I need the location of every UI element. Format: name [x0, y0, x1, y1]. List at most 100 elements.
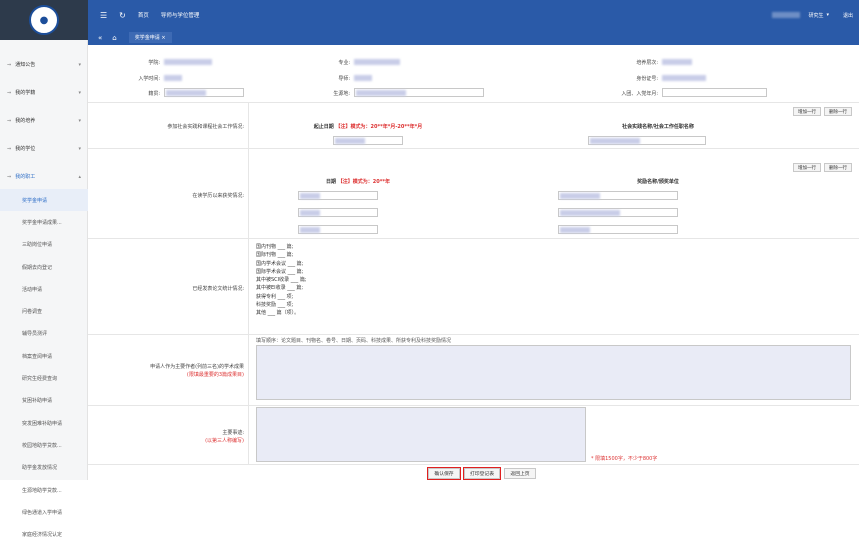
- menu-icon: ⇒: [7, 89, 12, 96]
- award-name-value: [560, 210, 620, 216]
- delete-row-button[interactable]: 删除一行: [824, 107, 852, 116]
- sidebar: ● ⇒ 通知公告 ▾ ⇒ 我的学籍 ▾ ⇒ 我的培养 ▾ ⇒ 我的学位 ▾ ⇒ 我的职工 ▴ 奖学金…: [0, 0, 88, 538]
- sidebar-subitem[interactable]: 辅导员测评: [0, 323, 88, 345]
- college-value: [164, 59, 212, 65]
- divider: [248, 102, 249, 334]
- birth-value: [356, 90, 406, 96]
- enroll-value: [164, 75, 182, 81]
- paper-line: 国际刊物 ___ 篇;: [256, 252, 294, 259]
- sidebar-subitem[interactable]: 家庭经济情况认定: [0, 523, 88, 545]
- sidebar-item-status[interactable]: ⇒ 我的学籍 ▾: [0, 80, 88, 105]
- menu-icon: ⇒: [7, 173, 12, 180]
- paper-line: 国内刊物 ___ 篇;: [256, 244, 294, 250]
- social-col-date-note: 【注】模式为：20**年*月-20**年*月: [335, 124, 423, 130]
- sidebar-item-staff[interactable]: ⇒ 我的职工 ▴: [0, 164, 88, 189]
- paper-line: 其他 ___ 篇（项）。: [256, 310, 300, 317]
- award-col-date-label: 日期: [326, 179, 337, 185]
- delete-row-button[interactable]: 删除一行: [824, 163, 852, 172]
- birth-label: 生源地:: [333, 91, 350, 97]
- social-date-input[interactable]: [333, 136, 403, 145]
- emblem-icon: ●: [29, 5, 59, 35]
- sidebar-subitem[interactable]: 活动申请: [0, 278, 88, 300]
- sidebar-item-degree[interactable]: ⇒ 我的学位 ▾: [0, 136, 88, 161]
- divider: [88, 148, 859, 149]
- user-menu[interactable]: 研究生 ▾: [772, 12, 829, 19]
- sidebar-item-notice[interactable]: ⇒ 通知公告 ▾: [0, 52, 88, 77]
- refresh-icon[interactable]: ↻: [119, 11, 126, 20]
- main-achievements-textarea[interactable]: [256, 345, 851, 400]
- award-name-input[interactable]: [558, 208, 678, 217]
- train-label: 培养层次:: [636, 60, 658, 66]
- nav-home[interactable]: 首页: [138, 11, 149, 19]
- sidebar-subitem[interactable]: 校园地助学贷款...: [0, 434, 88, 456]
- paper-stats: 国内刊物 ___ 篇; 国际刊物 ___ 篇; 国内学术会议 ___ 篇; 国际…: [256, 243, 307, 318]
- major-value: [354, 59, 400, 65]
- home-icon[interactable]: ⌂: [112, 34, 116, 42]
- main-label-note: (限填最重要的3篇成果目): [186, 372, 244, 378]
- id-label: 身份证号:: [636, 76, 658, 82]
- sidebar-item-training[interactable]: ⇒ 我的培养 ▾: [0, 108, 88, 133]
- sidebar-subitem[interactable]: 研究生经费查询: [0, 367, 88, 389]
- sidebar-subitem[interactable]: 突发困难补助申请: [0, 412, 88, 434]
- add-row-button[interactable]: 增加一行: [793, 107, 821, 116]
- nav-module[interactable]: 导师与学位管理: [161, 11, 200, 19]
- print-form-button[interactable]: 打印登记表: [463, 467, 501, 480]
- sidebar-subitem[interactable]: 档案查阅申请: [0, 345, 88, 367]
- social-col-name: 社会实践名称/社会工作任职名称: [622, 124, 694, 130]
- sidebar-subitem[interactable]: 三助岗位申请: [0, 234, 88, 256]
- award-col-date: 日期 【注】模式为：20**年: [298, 178, 418, 185]
- paper-label: 已经发表论文统计情况:: [192, 286, 244, 292]
- tutor-value: [354, 75, 372, 81]
- sidebar-subitem[interactable]: 奖学金申请成果...: [0, 211, 88, 233]
- deeds-label-note: (以第三人称编写): [205, 438, 244, 444]
- enroll-label: 入学时间:: [138, 76, 160, 82]
- back-button[interactable]: 返回上页: [504, 468, 536, 479]
- tab-label: 奖学金申请: [134, 35, 160, 41]
- college-label: 学院:: [148, 60, 160, 66]
- sidebar-subitem[interactable]: 问卷调查: [0, 300, 88, 322]
- party-input[interactable]: [662, 88, 767, 97]
- divider: [88, 464, 859, 465]
- tab-bar: « ⌂ 奖学金申请 ×: [88, 30, 859, 45]
- sidebar-subitem[interactable]: 助学金发放情况: [0, 457, 88, 479]
- award-name-input[interactable]: [558, 191, 678, 200]
- award-date-input[interactable]: [298, 208, 378, 217]
- award-date-input[interactable]: [298, 225, 378, 234]
- award-name-input[interactable]: [558, 225, 678, 234]
- chevron-down-icon: ▾: [826, 12, 829, 18]
- sidebar-subitem[interactable]: 贫困补助申请: [0, 390, 88, 412]
- menu-toggle-icon[interactable]: ☰: [100, 11, 107, 20]
- sidebar-subitem[interactable]: 生源地助学贷款...: [0, 479, 88, 501]
- sidebar-item-label: 我的学位: [15, 146, 36, 152]
- major-label: 专业:: [338, 60, 350, 66]
- award-col-name: 奖励名称/颁奖单位: [637, 179, 679, 185]
- chevron-up-icon: ▴: [78, 173, 81, 180]
- add-row-button[interactable]: 增加一行: [793, 163, 821, 172]
- party-label: 入团、入党年月:: [621, 91, 658, 97]
- tab-prev-icon[interactable]: «: [98, 34, 102, 42]
- social-name-value: [590, 138, 640, 144]
- award-date-input[interactable]: [298, 191, 378, 200]
- university-logo: ●: [0, 0, 88, 40]
- chevron-down-icon: ▾: [78, 89, 81, 96]
- divider: [248, 334, 249, 464]
- sidebar-subitem[interactable]: 奖学金申请: [0, 189, 88, 212]
- sidebar-subitem[interactable]: 绿色通道入学申请: [0, 501, 88, 523]
- chevron-down-icon: ▾: [78, 145, 81, 152]
- chevron-down-icon: ▾: [78, 61, 81, 68]
- deeds-label: 主要事迹:: [222, 430, 244, 436]
- paper-line: 其中被SCI收录 ___ 篇;: [256, 277, 307, 284]
- native-input[interactable]: [164, 88, 244, 97]
- sidebar-subitem[interactable]: 假期去向登记: [0, 256, 88, 278]
- social-name-input[interactable]: [588, 136, 706, 145]
- deeds-textarea[interactable]: [256, 407, 586, 462]
- award-name-value: [560, 227, 590, 233]
- social-col-date-label: 起止日期: [313, 124, 334, 130]
- tab-scholarship[interactable]: 奖学金申请 ×: [128, 32, 172, 43]
- birth-input[interactable]: [354, 88, 484, 97]
- logout-link[interactable]: 退出: [843, 12, 853, 19]
- sidebar-item-label: 我的职工: [15, 174, 36, 180]
- train-value: [662, 59, 692, 65]
- user-role: 研究生: [808, 12, 824, 19]
- confirm-save-button[interactable]: 确认保存: [427, 467, 461, 480]
